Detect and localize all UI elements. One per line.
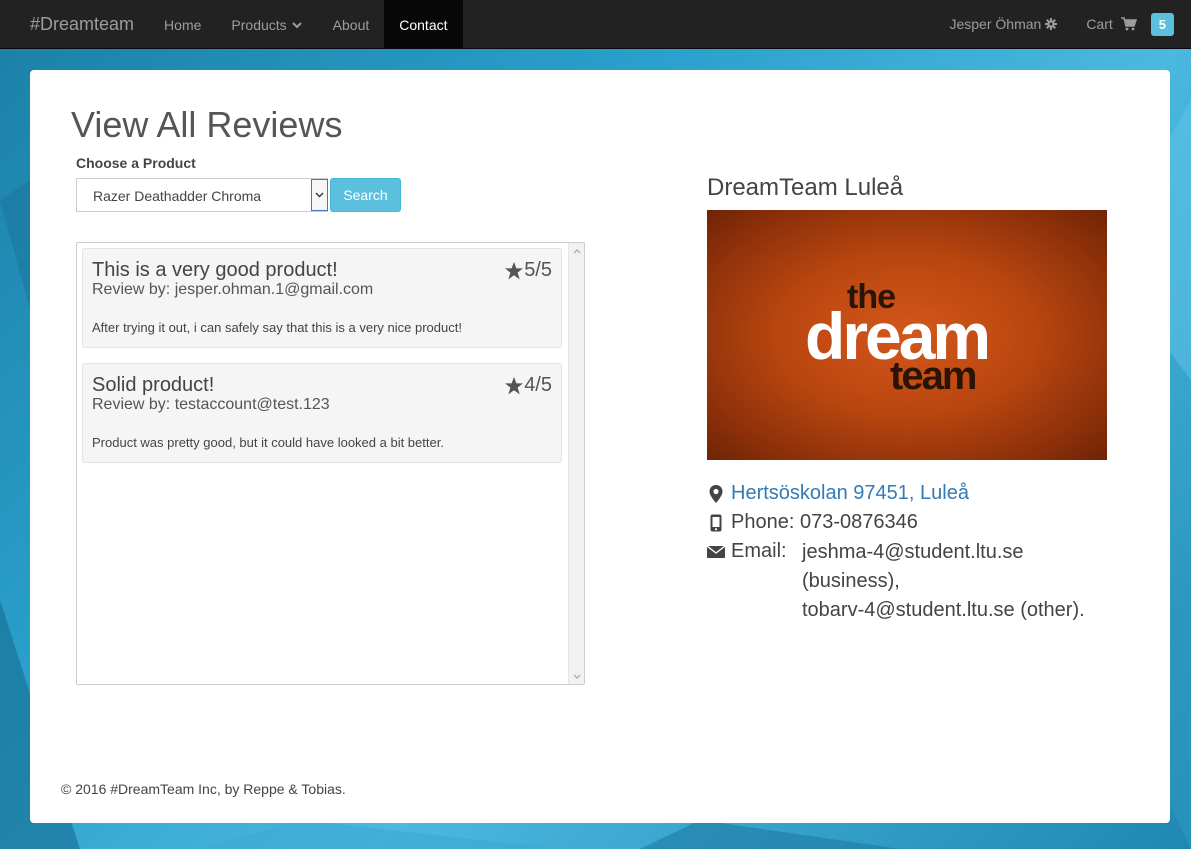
review-title: Solid product! [92, 374, 215, 396]
review-author: Review by: jesper.ohman.1@gmail.com [92, 281, 374, 298]
nav-contact[interactable]: Contact [384, 0, 463, 49]
choose-product-label: Choose a Product [76, 155, 196, 171]
nav-products-dropdown[interactable]: Products [216, 0, 317, 49]
scroll-up-arrow[interactable] [569, 243, 584, 259]
nav-home-label: Home [164, 16, 202, 33]
scroll-down-arrow[interactable] [569, 668, 584, 684]
user-menu[interactable]: Jesper Öhman [934, 0, 1071, 49]
nav-contact-label: Contact [399, 16, 448, 33]
chevron-down-icon [291, 21, 302, 28]
dream-team-logo-image: the dream team [707, 210, 1107, 460]
review-card: This is a very good product! Review by: … [82, 248, 562, 348]
brand-link[interactable]: #Dreamteam [0, 0, 149, 49]
review-body: Product was pretty good, but it could ha… [92, 435, 444, 450]
footer-copyright: © 2016 #DreamTeam Inc, by Reppe & Tobias… [61, 781, 346, 797]
gear-icon [1045, 18, 1058, 30]
mobile-phone-icon [707, 513, 725, 533]
envelope-icon [707, 542, 725, 562]
reviews-scrollbar[interactable] [568, 243, 584, 684]
main-panel: View All Reviews Choose a Product Razer … [30, 70, 1170, 823]
review-rating: 4/5 [504, 374, 552, 397]
cart-link[interactable]: Cart 5 [1071, 0, 1174, 49]
email-line-3: tobarv-4@student.ltu.se (other). [802, 599, 1085, 621]
nav-about-label: About [332, 16, 370, 33]
map-marker-icon [707, 484, 725, 504]
top-navbar: #Dreamteam Home Products About Contact J… [0, 0, 1191, 49]
search-button[interactable]: Search [330, 178, 401, 212]
logo-text-team: team [890, 354, 977, 398]
email-addresses: jeshma-4@student.ltu.se (business), toba… [802, 538, 1085, 625]
page-title: View All Reviews [71, 104, 343, 145]
phone-row: Phone: 073-0876346 [707, 511, 918, 534]
select-dropdown-arrow[interactable] [311, 179, 328, 211]
address-row: Hertsöskolan 97451, Luleå [707, 482, 969, 505]
review-rating-value: 5/5 [524, 259, 552, 281]
review-card: Solid product! Review by: testaccount@te… [82, 363, 562, 463]
shopping-cart-icon [1120, 17, 1137, 31]
cart-count-badge: 5 [1150, 12, 1174, 36]
star-icon [505, 376, 524, 394]
user-name: Jesper Öhman [949, 16, 1042, 32]
review-rating: 5/5 [504, 259, 552, 282]
reviews-list[interactable]: This is a very good product! Review by: … [76, 242, 585, 685]
chevron-down-icon [315, 192, 324, 198]
nav-about[interactable]: About [318, 0, 385, 49]
nav-products-label: Products [231, 16, 287, 33]
review-author: Review by: testaccount@test.123 [92, 396, 330, 413]
review-title: This is a very good product! [92, 259, 338, 281]
chevron-down-icon [573, 674, 581, 679]
review-rating-value: 4/5 [524, 374, 552, 396]
nav-home[interactable]: Home [149, 0, 216, 49]
phone-text: Phone: 073-0876346 [731, 511, 918, 533]
email-label: Email: [731, 540, 787, 562]
product-select[interactable]: Razer Deathadder Chroma [76, 178, 328, 212]
nav-menu: Home Products About Contact [149, 0, 463, 49]
address-link[interactable]: Hertsöskolan 97451, Luleå [731, 482, 969, 505]
nav-right-group: Jesper Öhman Cart 5 [934, 0, 1191, 48]
email-row: Email: [707, 540, 787, 563]
office-title: DreamTeam Luleå [707, 174, 904, 201]
star-icon [505, 261, 524, 279]
review-body: After trying it out, i can safely say th… [92, 320, 462, 335]
cart-label: Cart [1086, 16, 1113, 32]
email-line-1: jeshma-4@student.ltu.se [802, 541, 1024, 563]
email-line-2: (business), [802, 570, 900, 592]
selected-product-value: Razer Deathadder Chroma [93, 188, 262, 204]
chevron-up-icon [573, 248, 581, 253]
